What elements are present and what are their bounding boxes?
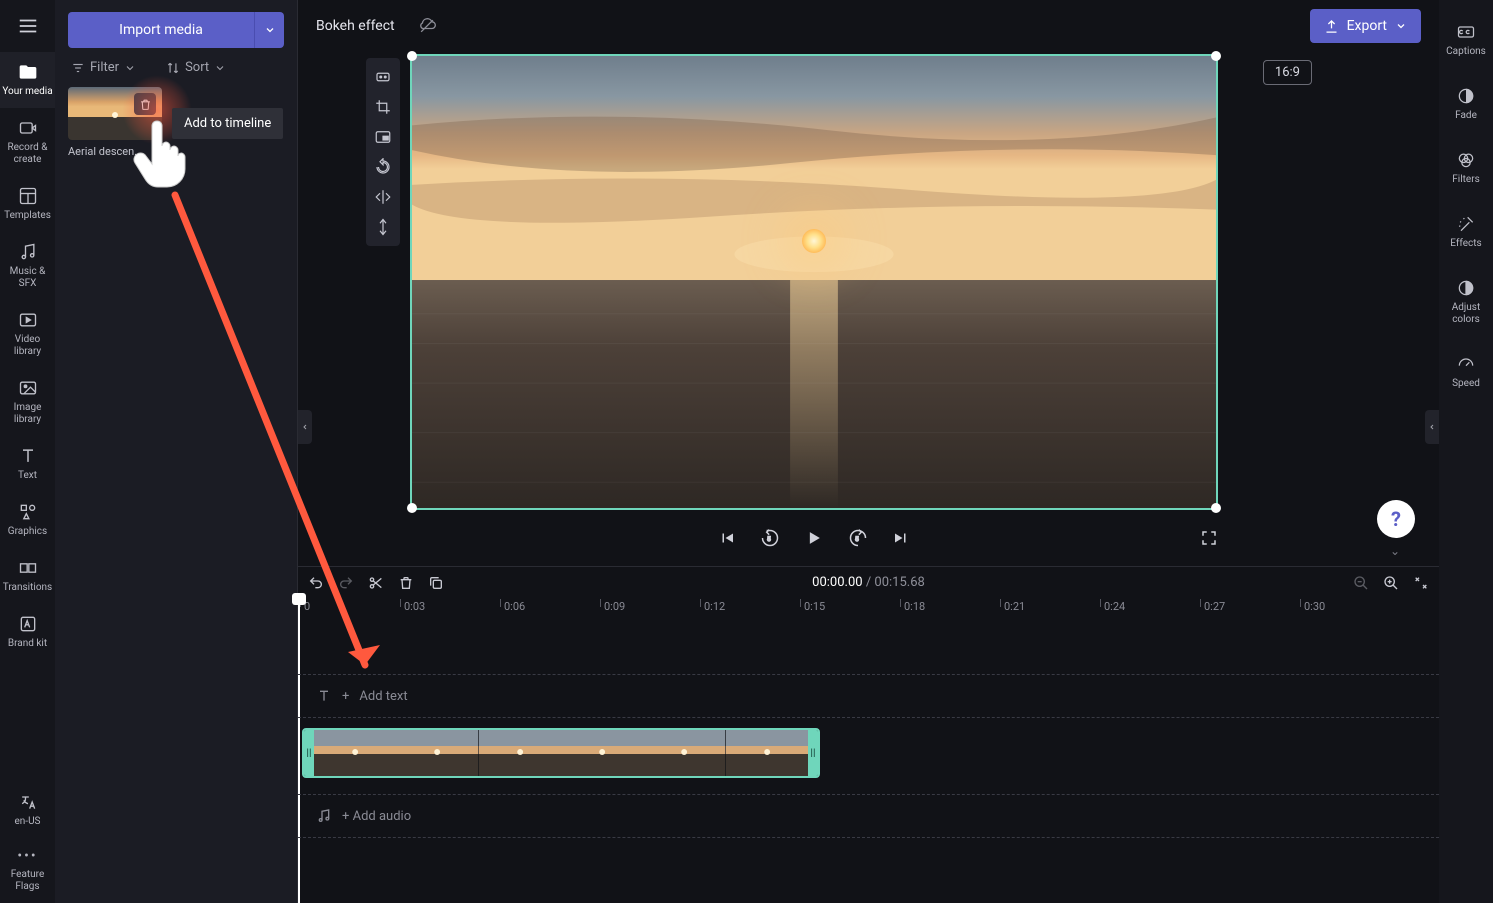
header-bar: Bokeh effect Export	[298, 0, 1439, 52]
pip-tool[interactable]	[366, 122, 400, 152]
timeline-timecode: 00:00.00 / 00:15.68	[812, 575, 925, 590]
duplicate-button[interactable]	[428, 575, 444, 591]
left-sidebar: Your media Record & create Templates Mus…	[0, 0, 55, 903]
sidebar-label: Captions	[1446, 46, 1486, 58]
play-button[interactable]	[804, 528, 824, 548]
resize-handle-bl[interactable]	[407, 503, 417, 513]
project-title[interactable]: Bokeh effect	[316, 18, 395, 34]
sidebar-item-music[interactable]: Music & SFX	[0, 232, 55, 300]
sidebar-item-templates[interactable]: Templates	[0, 176, 55, 232]
collapse-panel-right[interactable]	[1425, 410, 1439, 444]
help-caret-icon[interactable]: ⌄	[1390, 544, 1400, 558]
undo-button[interactable]	[308, 575, 324, 591]
right-sidebar: Captions Fade Filters Effects Adjust col…	[1439, 0, 1493, 903]
tutorial-hand-icon	[130, 118, 190, 190]
sidebar-item-filters[interactable]: Filters	[1439, 136, 1493, 200]
sidebar-label: Image library	[2, 402, 53, 426]
help-button[interactable]: ?	[1377, 500, 1415, 538]
crop-tool[interactable]	[366, 92, 400, 122]
aspect-ratio-button[interactable]: 16:9	[1263, 60, 1312, 85]
clip-frame	[561, 730, 643, 776]
sidebar-item-image-library[interactable]: Image library	[0, 368, 55, 436]
sidebar-item-speed[interactable]: Speed	[1439, 340, 1493, 404]
sort-button[interactable]: Sort	[166, 60, 226, 75]
flip-horizontal-tool[interactable]	[366, 182, 400, 212]
sidebar-label: Graphics	[8, 526, 47, 538]
sidebar-item-record[interactable]: Record & create	[0, 108, 55, 176]
timeline-tracks: + Add text || || + Add audio	[298, 620, 1439, 903]
redo-button[interactable]	[338, 575, 354, 591]
skip-back-button[interactable]	[718, 529, 736, 547]
resize-handle-br[interactable]	[1211, 503, 1221, 513]
svg-text:5: 5	[767, 535, 771, 543]
fit-tool[interactable]	[366, 62, 400, 92]
sidebar-item-adjust-colors[interactable]: Adjust colors	[1439, 264, 1493, 340]
resize-handle-tr[interactable]	[1211, 51, 1221, 61]
fullscreen-button[interactable]	[1200, 529, 1218, 547]
zoom-in-button[interactable]	[1383, 575, 1399, 591]
clip-trim-left[interactable]: ||	[304, 730, 314, 776]
sidebar-item-text[interactable]: Text	[0, 436, 55, 492]
sidebar-label: Speed	[1452, 378, 1480, 390]
clip-trim-right[interactable]: ||	[808, 730, 818, 776]
sidebar-item-brand-kit[interactable]: Brand kit	[0, 604, 55, 660]
sidebar-item-captions[interactable]: Captions	[1439, 8, 1493, 72]
clip-frame	[314, 730, 396, 776]
rewind-button[interactable]: 5	[760, 528, 780, 548]
sidebar-label: Your media	[2, 86, 52, 98]
sidebar-item-feature-flags[interactable]: ••• Feature Flags	[0, 838, 55, 903]
fit-timeline-button[interactable]	[1413, 575, 1429, 591]
preview-frame-image	[412, 56, 1216, 508]
sidebar-label: Effects	[1450, 238, 1481, 250]
sidebar-item-locale[interactable]: en-US	[0, 782, 55, 838]
sidebar-label: Feature Flags	[2, 869, 53, 893]
zoom-out-button[interactable]	[1353, 575, 1369, 591]
sidebar-item-graphics[interactable]: Graphics	[0, 492, 55, 548]
clip-frame	[643, 730, 725, 776]
flip-vertical-tool[interactable]	[366, 212, 400, 242]
sidebar-item-transitions[interactable]: Transitions	[0, 548, 55, 604]
sidebar-label: Templates	[4, 210, 51, 222]
video-clip[interactable]: || ||	[302, 728, 820, 778]
video-preview-canvas[interactable]: 16:9	[410, 54, 1218, 510]
sidebar-label: Filters	[1452, 174, 1480, 186]
sidebar-label: Brand kit	[8, 638, 47, 650]
split-button[interactable]	[368, 575, 384, 591]
text-track[interactable]: + Add text	[298, 674, 1439, 718]
clip-frame	[479, 730, 561, 776]
sidebar-label: Fade	[1455, 110, 1477, 122]
sidebar-label: Record & create	[2, 142, 53, 166]
sidebar-label: Transitions	[3, 582, 52, 594]
collapse-panel-left[interactable]	[298, 410, 312, 444]
forward-button[interactable]: 5	[848, 528, 868, 548]
audio-track[interactable]: + Add audio	[298, 794, 1439, 838]
canvas-tool-column	[366, 58, 400, 246]
video-track[interactable]: || ||	[298, 728, 1439, 780]
sidebar-label: Adjust colors	[1441, 302, 1491, 326]
cloud-sync-icon[interactable]	[417, 16, 437, 36]
sidebar-item-effects[interactable]: Effects	[1439, 200, 1493, 264]
rotate-tool[interactable]	[366, 152, 400, 182]
menu-button[interactable]	[0, 0, 55, 52]
sidebar-item-fade[interactable]: Fade	[1439, 72, 1493, 136]
skip-forward-button[interactable]	[892, 529, 910, 547]
delete-button[interactable]	[398, 575, 414, 591]
playback-controls: 5 5	[410, 520, 1218, 556]
import-media-caret[interactable]	[254, 12, 284, 48]
svg-text:5: 5	[855, 535, 859, 543]
sidebar-label: Music & SFX	[2, 266, 53, 290]
import-media-button[interactable]: Import media	[68, 12, 254, 48]
sidebar-label: Video library	[2, 334, 53, 358]
sidebar-label: Text	[18, 470, 37, 482]
timeline-ruler[interactable]: 00:030:060:090:120:150:180:210:240:270:3…	[298, 598, 1439, 618]
clip-frame	[396, 730, 478, 776]
resize-handle-tl[interactable]	[407, 51, 417, 61]
clip-frame	[726, 730, 808, 776]
export-button[interactable]: Export	[1310, 9, 1421, 43]
sidebar-label: en-US	[14, 816, 40, 828]
sidebar-item-video-library[interactable]: Video library	[0, 300, 55, 368]
filter-button[interactable]: Filter	[71, 60, 136, 75]
timeline-toolbar: 00:00.00 / 00:15.68	[298, 566, 1439, 598]
sidebar-item-your-media[interactable]: Your media	[0, 52, 55, 108]
